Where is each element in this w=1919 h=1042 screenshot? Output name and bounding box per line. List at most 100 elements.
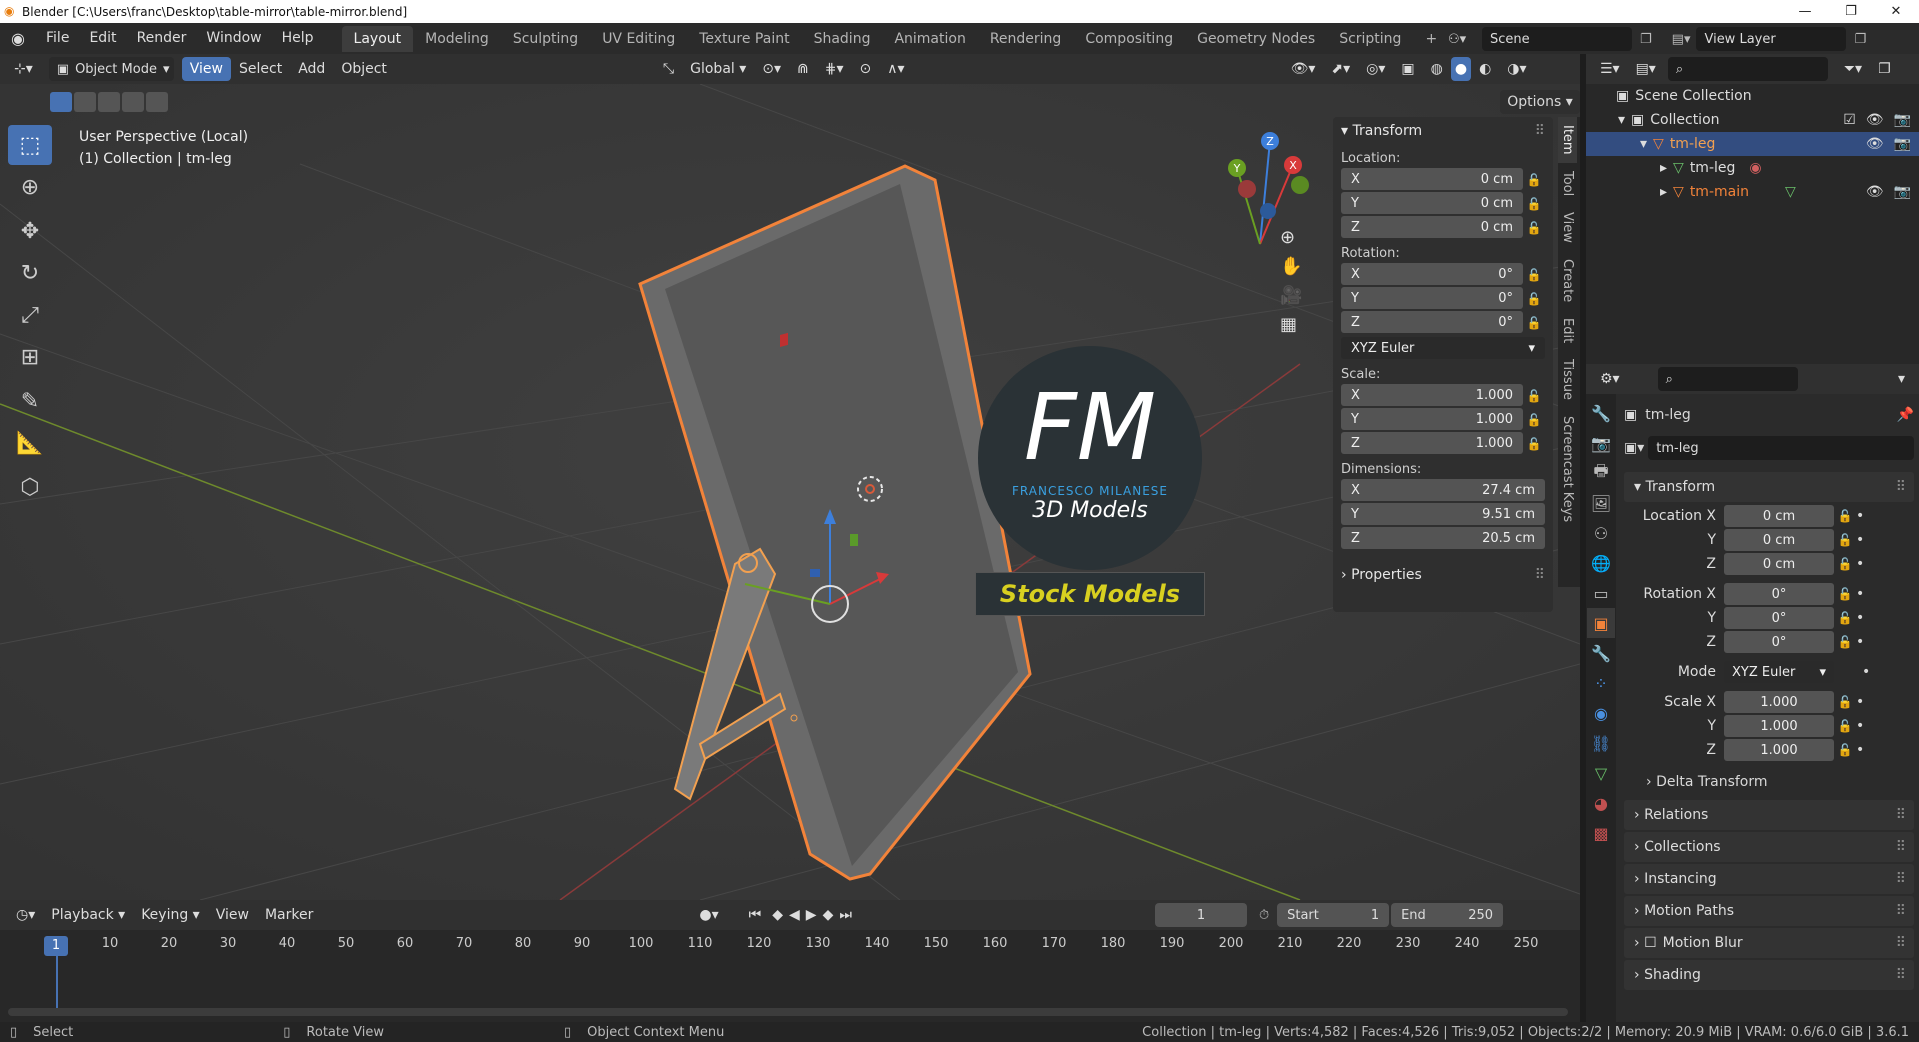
object-browse-icon[interactable]: ▣▾ — [1624, 440, 1644, 456]
location-z-field[interactable]: Z0 cm — [1341, 216, 1523, 238]
render-tab-icon[interactable]: 📷 — [1587, 428, 1615, 458]
lock-icon[interactable]: 🔓 — [1834, 611, 1856, 625]
prop-scale-x[interactable]: 1.000 — [1724, 691, 1834, 713]
keyframe-dot-icon[interactable]: • — [1856, 610, 1864, 626]
keyframe-dot-icon[interactable]: • — [1856, 694, 1864, 710]
rotation-mode-select[interactable]: XYZ Euler ▾ — [1341, 337, 1545, 359]
overlay-icon[interactable]: ◎▾ — [1358, 57, 1393, 81]
view-layer-tab-icon[interactable]: 🖼 — [1587, 488, 1615, 518]
output-tab-icon[interactable]: 🖶 — [1587, 458, 1615, 488]
tab-screencast-keys[interactable]: Screencast Keys — [1558, 408, 1577, 530]
eye-icon[interactable]: 👁 — [1866, 136, 1884, 152]
camera-view-icon[interactable]: 🎥 — [1280, 285, 1302, 306]
orientation-icon[interactable]: ⤡ — [655, 57, 682, 81]
menu-render[interactable]: Render — [127, 23, 197, 54]
material-shading-icon[interactable]: ◐ — [1471, 57, 1499, 81]
keyframe-dot-icon[interactable]: • — [1862, 664, 1870, 680]
menu-object[interactable]: Object — [333, 57, 395, 81]
dimension-x-field[interactable]: X 27.4 cm — [1341, 479, 1545, 501]
location-x-field[interactable]: X0 cm — [1341, 168, 1523, 190]
tab-geometry-nodes[interactable]: Geometry Nodes — [1185, 26, 1327, 52]
editor-type-icon[interactable]: ⊹▾ — [6, 57, 41, 81]
lock-icon[interactable]: 🔓 — [1834, 635, 1856, 649]
lock-icon[interactable]: 🔓 — [1523, 173, 1545, 187]
measure-tool-icon[interactable]: 📐 — [8, 423, 52, 463]
lock-icon[interactable]: 🔓 — [1834, 743, 1856, 757]
timeline-scrollbar[interactable] — [8, 1008, 1568, 1016]
checkbox-icon[interactable]: ☑ — [1843, 112, 1856, 128]
tab-edit[interactable]: Edit — [1558, 310, 1577, 351]
lock-icon[interactable]: 🔓 — [1834, 695, 1856, 709]
physics-tab-icon[interactable]: ◉ — [1587, 698, 1615, 728]
outliner-item-tm-leg-mesh[interactable]: ▸ ▽ tm-leg ◉ — [1586, 156, 1919, 180]
outliner-item-tm-main[interactable]: ▸ ▽ tm-main ▽ 👁 📷 — [1586, 180, 1919, 204]
keyframe-dot-icon[interactable]: • — [1856, 508, 1864, 524]
drag-handle-icon[interactable]: ⠿ — [1896, 479, 1906, 495]
collections-section-header[interactable]: › Collections ⠿ — [1624, 832, 1914, 862]
play-icon[interactable]: ▶ — [803, 903, 820, 927]
menu-timeline-view[interactable]: View — [208, 903, 257, 927]
menu-view[interactable]: View — [181, 57, 231, 81]
lock-icon[interactable]: 🔓 — [1834, 557, 1856, 571]
prop-scale-y[interactable]: 1.000 — [1724, 715, 1834, 737]
select-subtract-icon[interactable] — [98, 92, 120, 112]
jump-keyframe-forward-icon[interactable]: ◆ — [820, 903, 837, 927]
menu-keying[interactable]: Keying ▾ — [133, 903, 208, 927]
stopwatch-icon[interactable]: ⏱ — [1259, 908, 1269, 923]
select-box-tool-icon[interactable]: ⬚ — [8, 125, 52, 165]
camera-icon[interactable]: 📷 — [1894, 112, 1911, 128]
pivot-icon[interactable]: ⊙▾ — [754, 57, 789, 81]
delta-transform-header[interactable]: › Delta Transform — [1624, 770, 1914, 794]
snap-icon[interactable]: ⋒ — [789, 57, 817, 81]
properties-editor-icon[interactable]: ⚙▾ — [1592, 367, 1628, 391]
tab-view[interactable]: View — [1558, 204, 1577, 251]
tab-tissue[interactable]: Tissue — [1558, 351, 1577, 408]
relations-section-header[interactable]: › Relations ⠿ — [1624, 800, 1914, 830]
tab-compositing[interactable]: Compositing — [1073, 26, 1185, 52]
keyframe-dot-icon[interactable]: • — [1856, 556, 1864, 572]
outliner-item-tm-leg[interactable]: ▾ ▽ tm-leg 👁 📷 — [1586, 132, 1919, 156]
keyframe-dot-icon[interactable]: • — [1856, 586, 1864, 602]
scale-x-field[interactable]: X 1.000 — [1341, 384, 1523, 406]
jump-end-icon[interactable]: ⏭ — [836, 903, 855, 927]
jump-start-icon[interactable]: ⏮ — [741, 903, 770, 927]
collection-row[interactable]: ▾ ▣ Collection ☑ 👁 📷 — [1586, 108, 1919, 132]
tool-tab-icon[interactable]: 🔧 — [1587, 398, 1615, 428]
tab-uv-editing[interactable]: UV Editing — [590, 26, 687, 52]
zoom-icon[interactable]: ⊕ — [1280, 227, 1302, 248]
drag-handle-icon[interactable]: ⠿ — [1535, 567, 1545, 583]
data-tab-icon[interactable]: ▽ — [1587, 758, 1615, 788]
close-button[interactable]: ✕ — [1873, 0, 1919, 23]
jump-keyframe-back-icon[interactable]: ◆ — [769, 903, 786, 927]
solid-shading-icon[interactable]: ● — [1450, 57, 1472, 81]
view-layer-icon[interactable]: ▤▾ — [1672, 32, 1691, 47]
annotate-tool-icon[interactable]: ✎ — [8, 381, 52, 421]
prop-rotation-z[interactable]: 0° — [1724, 631, 1834, 653]
lock-icon[interactable]: 🔓 — [1523, 413, 1545, 427]
prop-location-x[interactable]: 0 cm — [1724, 505, 1834, 527]
rotation-y-field[interactable]: Y 0° — [1341, 287, 1523, 309]
prop-rotation-mode[interactable]: XYZ Euler ▾ — [1724, 661, 1834, 683]
orientation-selector[interactable]: Global ▾ — [682, 57, 754, 81]
lock-icon[interactable]: 🔓 — [1834, 533, 1856, 547]
rendered-shading-icon[interactable]: ◑▾ — [1499, 57, 1534, 81]
lock-icon[interactable]: 🔓 — [1834, 509, 1856, 523]
lock-icon[interactable]: 🔓 — [1523, 437, 1545, 451]
properties-search-input[interactable]: ⌕ — [1657, 367, 1798, 391]
scale-tool-icon[interactable]: ⤢ — [8, 295, 52, 335]
playhead-frame[interactable]: 1 — [44, 936, 68, 956]
transform-panel-header[interactable]: ▾ Transform ⠿ — [1333, 117, 1553, 145]
new-view-layer-icon[interactable]: ❐ — [1854, 32, 1866, 47]
tab-animation[interactable]: Animation — [882, 26, 977, 52]
object-tab-icon[interactable]: ▣ — [1587, 608, 1615, 638]
particles-tab-icon[interactable]: ⁘ — [1587, 668, 1615, 698]
menu-add[interactable]: Add — [290, 57, 333, 81]
transform-tool-icon[interactable]: ⊞ — [8, 337, 52, 377]
camera-icon[interactable]: 📷 — [1894, 184, 1911, 200]
camera-icon[interactable]: 📷 — [1894, 136, 1911, 152]
eye-icon[interactable]: 👁 — [1866, 112, 1884, 128]
menu-file[interactable]: File — [36, 23, 79, 54]
menu-select[interactable]: Select — [231, 57, 290, 81]
tab-modeling[interactable]: Modeling — [413, 26, 501, 52]
lock-icon[interactable]: 🔓 — [1834, 587, 1856, 601]
